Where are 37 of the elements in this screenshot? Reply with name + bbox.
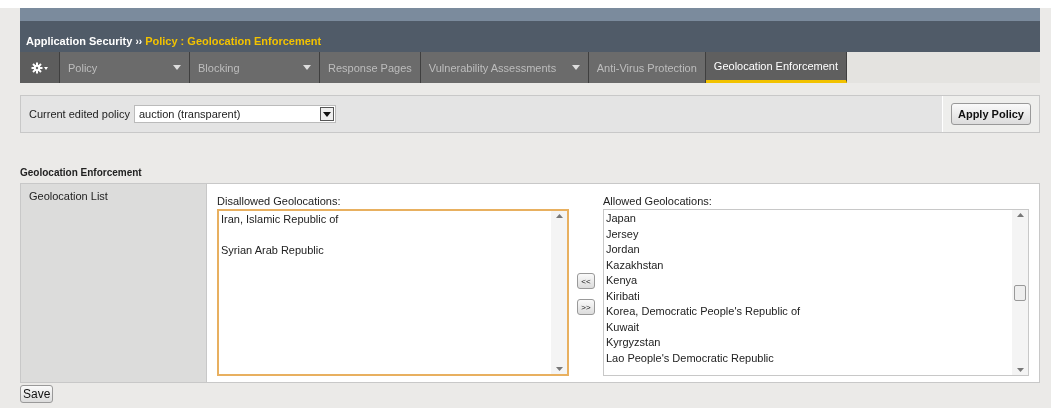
caret-icon — [571, 65, 580, 70]
list-item[interactable]: Lao People's Democratic Republic — [606, 350, 1010, 366]
save-button[interactable]: Save — [20, 385, 54, 403]
settings-menu-button[interactable] — [20, 52, 60, 83]
list-label: Disallowed Geolocations: — [217, 195, 342, 207]
list-item[interactable]: Kuwait — [606, 319, 1010, 335]
scroll-down-icon[interactable] — [555, 367, 563, 371]
list-item[interactable]: Kyrgyzstan — [606, 335, 1010, 351]
list-item[interactable]: Jordan — [606, 242, 1010, 258]
settings-icon — [30, 61, 49, 74]
caret-icon — [303, 65, 311, 70]
nav-tab[interactable]: Geolocation Enforcement — [705, 52, 847, 83]
disallowed-list[interactable]: Iran, Islamic Republic of Syrian Arab Republic — [217, 209, 569, 376]
caret-icon — [322, 111, 331, 117]
policy-label: Current edited policy — [29, 108, 130, 120]
list-item[interactable]: Kiribati — [606, 288, 1010, 304]
list-item[interactable]: Jersey — [606, 226, 1010, 242]
list-label: Allowed Geolocations: — [603, 195, 713, 207]
caret-icon — [173, 65, 181, 70]
list-item[interactable]: Japan — [606, 211, 1010, 227]
scroll-up-icon[interactable] — [1016, 213, 1024, 217]
move-button[interactable]: << — [577, 273, 595, 289]
section-title: Geolocation Enforcement — [20, 167, 143, 180]
policy-select[interactable]: auction (transparent) — [133, 105, 336, 123]
list-item[interactable]: Kazakhstan — [606, 257, 1010, 273]
list-item[interactable]: Kenya — [606, 273, 1010, 289]
scroll-thumb[interactable] — [1014, 284, 1026, 301]
list-item[interactable]: Iran, Islamic Republic of — [221, 212, 549, 228]
list-item[interactable]: Korea, Democratic People's Republic of — [606, 304, 1010, 320]
scroll-down-icon[interactable] — [1016, 368, 1024, 372]
allowed-list[interactable]: Japan Jersey Jordan Kazakhstan Kenya Kiribati Korea, Democratic People's Republic of Kuwait Kyrgyzstan Lao People's Democratic Republic — [603, 209, 1029, 376]
move-button[interactable]: >> — [577, 299, 595, 315]
apply-policy-button[interactable]: Apply Policy — [950, 103, 1031, 125]
row-label: Geolocation List — [29, 190, 108, 202]
list-item[interactable]: Syrian Arab Republic — [221, 243, 549, 259]
breadcrumb: Application Security ›› Policy : Geolocation Enforcement — [26, 35, 322, 47]
scroll-up-icon[interactable] — [555, 214, 563, 218]
